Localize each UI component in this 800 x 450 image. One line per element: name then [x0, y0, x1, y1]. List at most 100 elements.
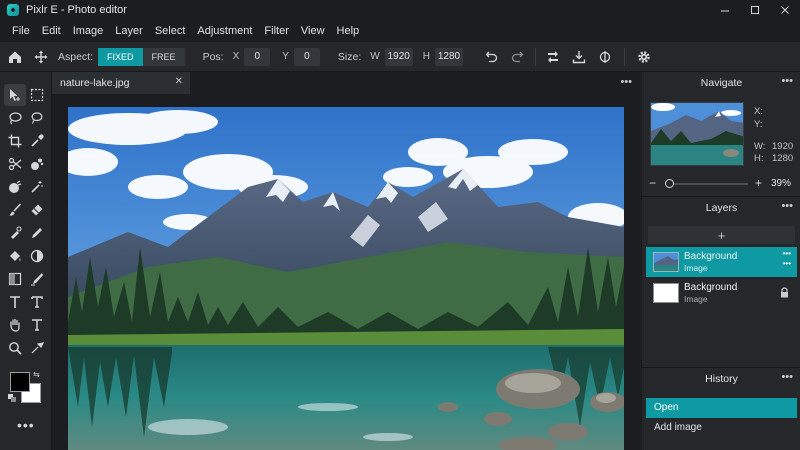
- tool-sharpen[interactable]: [26, 337, 48, 359]
- undo-button[interactable]: [479, 42, 505, 72]
- y-input[interactable]: 0: [293, 47, 320, 66]
- history-more-icon[interactable]: •••: [781, 371, 793, 383]
- menu-bar: File Edit Image Layer Select Adjustment …: [0, 20, 800, 42]
- maximize-icon: [751, 6, 759, 14]
- zoom-slider-track[interactable]: [666, 183, 748, 185]
- zoom-value: 39%: [770, 178, 791, 189]
- nav-h-value: 1280: [772, 153, 794, 164]
- w-label: W: [370, 51, 380, 62]
- tool-liquify[interactable]: [26, 153, 48, 175]
- zoom-icon: [9, 342, 22, 355]
- menu-edit[interactable]: Edit: [36, 20, 67, 42]
- document-tab[interactable]: nature-lake.jpg ✕: [52, 72, 190, 94]
- tool-crop[interactable]: [4, 130, 26, 152]
- layers-title: Layers: [705, 202, 738, 214]
- menu-image[interactable]: Image: [67, 20, 110, 42]
- reset-colors-icon[interactable]: [8, 394, 16, 402]
- foreground-color-swatch[interactable]: [10, 372, 30, 392]
- home-button[interactable]: [2, 42, 28, 72]
- aspect-fixed-button[interactable]: FIXED: [98, 47, 143, 66]
- tool-lasso[interactable]: [4, 107, 26, 129]
- cutout-icon: [8, 157, 22, 171]
- navigate-more-icon[interactable]: •••: [781, 75, 793, 87]
- lock-icon[interactable]: [780, 287, 789, 298]
- marquee-icon: [30, 88, 44, 102]
- zoom-in-icon[interactable]: +: [755, 176, 762, 190]
- menu-filter[interactable]: Filter: [258, 20, 294, 42]
- pencil-icon: [32, 228, 42, 238]
- aspect-toggle: FIXED FREE: [98, 47, 185, 66]
- layer-type: Image: [684, 263, 708, 273]
- crop-icon: [8, 134, 22, 148]
- tool-clone[interactable]: [4, 222, 26, 244]
- width-input[interactable]: 1920: [384, 47, 413, 66]
- menu-help[interactable]: Help: [331, 20, 366, 42]
- tool-gradient[interactable]: [4, 268, 26, 290]
- layer-name: Background: [684, 282, 738, 293]
- tool-cutout[interactable]: [4, 153, 26, 175]
- tool-marquee[interactable]: [26, 84, 48, 106]
- settings-button[interactable]: [631, 42, 657, 72]
- layer-options-icon[interactable]: ••• •••: [783, 249, 791, 269]
- tool-eyedropper[interactable]: [26, 130, 48, 152]
- eyedropper-icon: [31, 134, 44, 147]
- history-item[interactable]: Open: [646, 398, 797, 418]
- download-button[interactable]: [566, 42, 592, 72]
- minimize-button[interactable]: [710, 0, 740, 20]
- tool-quick-select[interactable]: [26, 107, 48, 129]
- tool-wand[interactable]: [26, 176, 48, 198]
- x-input[interactable]: 0: [244, 47, 271, 66]
- close-document-icon[interactable]: ✕: [175, 76, 183, 87]
- close-button[interactable]: [770, 0, 800, 20]
- menu-layer[interactable]: Layer: [109, 20, 149, 42]
- pen-icon: [31, 273, 43, 286]
- gear-icon: [638, 50, 650, 63]
- tool-fill[interactable]: [4, 245, 26, 267]
- tool-text-alt[interactable]: [26, 314, 48, 336]
- move-tool-indicator[interactable]: [28, 42, 54, 72]
- tool-eraser[interactable]: [26, 199, 48, 221]
- image-canvas[interactable]: [68, 107, 624, 450]
- menu-select[interactable]: Select: [149, 20, 192, 42]
- aspect-label: Aspect:: [58, 50, 94, 63]
- layers-panel-header: Layers •••: [642, 197, 800, 219]
- tool-pencil[interactable]: [26, 222, 48, 244]
- tool-type[interactable]: [26, 291, 48, 313]
- swap-colors-icon[interactable]: ⇆: [33, 370, 40, 379]
- navigate-title: Navigate: [700, 77, 743, 89]
- navigate-panel-header: Navigate •••: [642, 72, 800, 94]
- navigator-thumbnail[interactable]: [650, 102, 744, 166]
- lasso-icon: [9, 112, 22, 125]
- menu-adjustment[interactable]: Adjustment: [191, 20, 258, 42]
- workspace-more-icon[interactable]: •••: [620, 76, 632, 88]
- flip-button[interactable]: [540, 42, 566, 72]
- tool-arrange[interactable]: [4, 84, 26, 106]
- tool-dodge[interactable]: [26, 245, 48, 267]
- tool-heal[interactable]: [4, 176, 26, 198]
- layer-item[interactable]: Background Image ••• •••: [646, 247, 797, 277]
- tool-pen[interactable]: [26, 268, 48, 290]
- zoom-out-icon[interactable]: −: [649, 176, 656, 190]
- more-tools-icon[interactable]: •••: [17, 417, 35, 433]
- title-bar: Pixlr E - Photo editor: [0, 0, 800, 20]
- layer-item[interactable]: Background Image: [646, 278, 797, 308]
- zoom-slider-knob[interactable]: [665, 179, 674, 188]
- dodge-icon: [30, 249, 44, 263]
- menu-view[interactable]: View: [295, 20, 331, 42]
- flip-icon: [547, 50, 558, 63]
- height-input[interactable]: 1280: [434, 47, 463, 66]
- home-icon: [9, 51, 21, 63]
- menu-file[interactable]: File: [6, 20, 36, 42]
- tool-text[interactable]: [4, 291, 26, 313]
- rotate-button[interactable]: [592, 42, 618, 72]
- add-layer-button[interactable]: +: [648, 226, 795, 244]
- aspect-free-button[interactable]: FREE: [142, 47, 185, 66]
- clone-icon: [11, 226, 22, 239]
- layers-more-icon[interactable]: •••: [781, 200, 793, 212]
- tool-zoom[interactable]: [4, 337, 26, 359]
- redo-button[interactable]: [505, 42, 531, 72]
- maximize-button[interactable]: [740, 0, 770, 20]
- history-item[interactable]: Add image: [646, 418, 797, 438]
- tool-brush[interactable]: [4, 199, 26, 221]
- tool-hand[interactable]: [4, 314, 26, 336]
